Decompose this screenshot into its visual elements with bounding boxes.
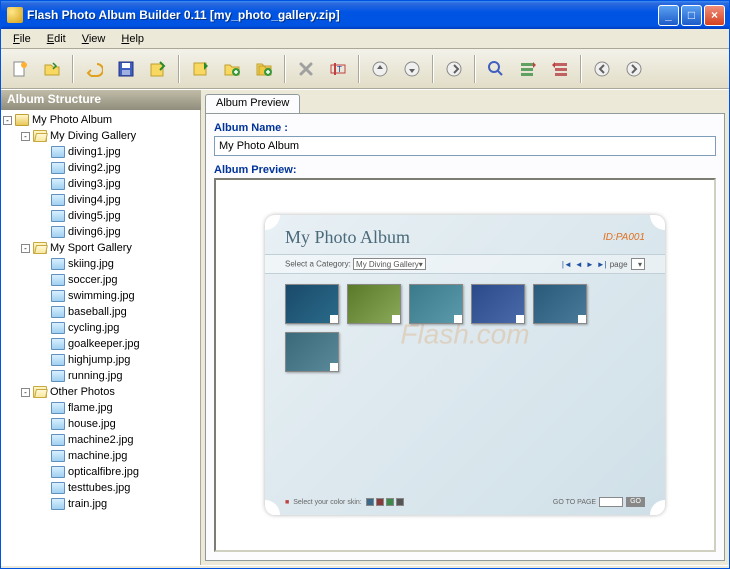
flash-logo-id: ID:PA001 bbox=[603, 232, 645, 243]
menubar: File Edit View Help bbox=[1, 29, 729, 49]
titlebar: Flash Photo Album Builder 0.11 [my_photo… bbox=[1, 1, 729, 29]
skin-label: Select your color skin: bbox=[293, 499, 361, 506]
flash-category-select[interactable]: My Diving Gallery ▾ bbox=[353, 258, 426, 270]
tab-album-preview[interactable]: Album Preview bbox=[205, 94, 300, 114]
tree-gallery-node[interactable]: -My Diving Gallery bbox=[21, 128, 198, 144]
add-photos-button[interactable] bbox=[249, 54, 279, 84]
tree-gallery-node[interactable]: -Other Photos bbox=[21, 384, 198, 400]
svg-text:T: T bbox=[337, 65, 342, 74]
flash-thumbnails: Flash.com bbox=[265, 274, 665, 382]
tree-root-node[interactable]: -My Photo Album bbox=[3, 112, 198, 128]
statusbar bbox=[1, 565, 729, 568]
tree-file-node[interactable]: diving3.jpg bbox=[39, 176, 198, 192]
tree-file-node[interactable]: diving6.jpg bbox=[39, 224, 198, 240]
flash-album-preview: My Photo Album ID:PA001 Select a Categor… bbox=[265, 215, 665, 515]
add-item-button[interactable] bbox=[185, 54, 215, 84]
sidebar: Album Structure -My Photo Album-My Divin… bbox=[1, 90, 201, 565]
tree-file-node[interactable]: opticalfibre.jpg bbox=[39, 464, 198, 480]
minimize-button[interactable]: _ bbox=[658, 5, 679, 26]
tree-file-node[interactable]: skiing.jpg bbox=[39, 256, 198, 272]
album-name-input[interactable] bbox=[214, 136, 716, 156]
flash-pagination: |◄ ◄ ► ►| page ▾ bbox=[562, 258, 645, 270]
tree-file-node[interactable]: highjump.jpg bbox=[39, 352, 198, 368]
tree-gallery-node[interactable]: -My Sport Gallery bbox=[21, 240, 198, 256]
close-button[interactable]: × bbox=[704, 5, 725, 26]
open-button[interactable] bbox=[37, 54, 67, 84]
settings-remove-button[interactable] bbox=[545, 54, 575, 84]
thumbnail[interactable] bbox=[471, 284, 525, 324]
color-swatch[interactable] bbox=[396, 498, 404, 506]
toolbar: T bbox=[1, 49, 729, 89]
flash-title: My Photo Album bbox=[285, 227, 410, 248]
goto-button[interactable]: GO bbox=[626, 497, 645, 507]
tree-file-node[interactable]: train.jpg bbox=[39, 496, 198, 512]
page-label: page bbox=[610, 260, 628, 269]
thumbnail[interactable] bbox=[285, 284, 339, 324]
album-preview-label: Album Preview: bbox=[214, 164, 716, 176]
export-button[interactable] bbox=[143, 54, 173, 84]
color-swatches[interactable] bbox=[366, 498, 404, 506]
delete-button[interactable] bbox=[291, 54, 321, 84]
goto-label: GO TO PAGE bbox=[553, 499, 596, 506]
tree-file-node[interactable]: goalkeeper.jpg bbox=[39, 336, 198, 352]
maximize-button[interactable]: □ bbox=[681, 5, 702, 26]
tree-file-node[interactable]: flame.jpg bbox=[39, 400, 198, 416]
preview-box: My Photo Album ID:PA001 Select a Categor… bbox=[214, 178, 716, 552]
tree-file-node[interactable]: swimming.jpg bbox=[39, 288, 198, 304]
add-folder-button[interactable] bbox=[217, 54, 247, 84]
refresh-button[interactable] bbox=[439, 54, 469, 84]
settings-add-button[interactable] bbox=[513, 54, 543, 84]
rename-button[interactable]: T bbox=[323, 54, 353, 84]
album-tree[interactable]: -My Photo Album-My Diving Gallerydiving1… bbox=[1, 110, 201, 565]
prev-button[interactable] bbox=[587, 54, 617, 84]
tree-file-node[interactable]: diving4.jpg bbox=[39, 192, 198, 208]
app-icon bbox=[7, 7, 23, 23]
color-swatch[interactable] bbox=[376, 498, 384, 506]
last-page-icon[interactable]: ►| bbox=[597, 260, 607, 269]
app-window: Flash Photo Album Builder 0.11 [my_photo… bbox=[0, 0, 730, 569]
tree-file-node[interactable]: testtubes.jpg bbox=[39, 480, 198, 496]
thumbnail[interactable] bbox=[347, 284, 401, 324]
thumbnail[interactable] bbox=[533, 284, 587, 324]
tree-file-node[interactable]: baseball.jpg bbox=[39, 304, 198, 320]
color-swatch[interactable] bbox=[386, 498, 394, 506]
search-button[interactable] bbox=[481, 54, 511, 84]
menu-edit[interactable]: Edit bbox=[39, 31, 74, 47]
thumbnail[interactable] bbox=[409, 284, 463, 324]
tree-file-node[interactable]: cycling.jpg bbox=[39, 320, 198, 336]
tree-file-node[interactable]: machine2.jpg bbox=[39, 432, 198, 448]
menu-help[interactable]: Help bbox=[113, 31, 152, 47]
tab-panel: Album Name : Album Preview: My Photo Alb… bbox=[205, 113, 725, 561]
tree-file-node[interactable]: house.jpg bbox=[39, 416, 198, 432]
flash-category-label: Select a Category: bbox=[285, 260, 351, 269]
color-swatch[interactable] bbox=[366, 498, 374, 506]
move-down-button[interactable] bbox=[397, 54, 427, 84]
tree-file-node[interactable]: soccer.jpg bbox=[39, 272, 198, 288]
move-up-button[interactable] bbox=[365, 54, 395, 84]
prev-page-icon[interactable]: ◄ bbox=[575, 260, 583, 269]
tree-file-node[interactable]: diving5.jpg bbox=[39, 208, 198, 224]
thumbnail[interactable] bbox=[285, 332, 339, 372]
content-area: Album Preview Album Name : Album Preview… bbox=[201, 90, 729, 565]
tree-file-node[interactable]: running.jpg bbox=[39, 368, 198, 384]
next-button[interactable] bbox=[619, 54, 649, 84]
undo-button[interactable] bbox=[79, 54, 109, 84]
save-button[interactable] bbox=[111, 54, 141, 84]
window-title: Flash Photo Album Builder 0.11 [my_photo… bbox=[27, 8, 658, 22]
first-page-icon[interactable]: |◄ bbox=[562, 260, 572, 269]
tree-file-node[interactable]: machine.jpg bbox=[39, 448, 198, 464]
next-page-icon[interactable]: ► bbox=[586, 260, 594, 269]
tree-file-node[interactable]: diving2.jpg bbox=[39, 160, 198, 176]
page-select[interactable]: ▾ bbox=[631, 258, 645, 270]
album-name-label: Album Name : bbox=[214, 122, 716, 134]
menu-view[interactable]: View bbox=[74, 31, 114, 47]
sidebar-header: Album Structure bbox=[1, 90, 201, 110]
menu-file[interactable]: File bbox=[5, 31, 39, 47]
tree-file-node[interactable]: diving1.jpg bbox=[39, 144, 198, 160]
goto-page-input[interactable] bbox=[599, 497, 623, 507]
new-button[interactable] bbox=[5, 54, 35, 84]
